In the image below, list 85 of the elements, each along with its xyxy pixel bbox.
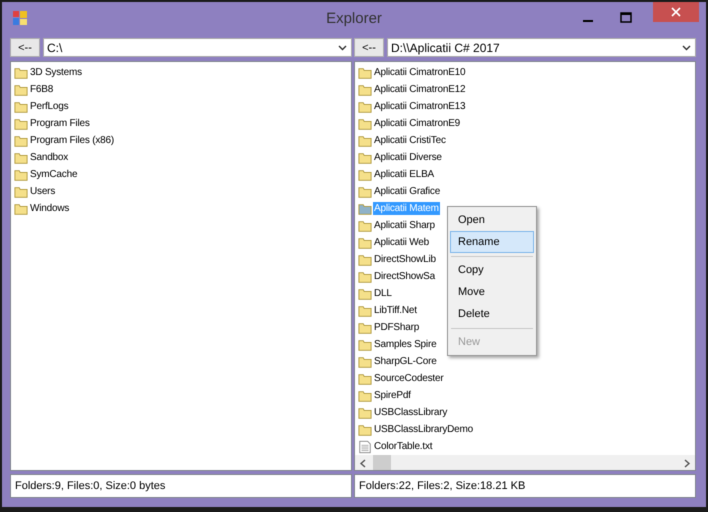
folder-icon — [358, 150, 372, 164]
menu-item[interactable]: Move — [450, 281, 534, 303]
list-item[interactable]: Aplicatii Sharp — [373, 219, 436, 232]
folder-icon — [358, 252, 372, 266]
list-item[interactable]: Aplicatii CimatronE9 — [373, 117, 462, 130]
menu-item[interactable]: Delete — [450, 303, 534, 325]
folder-icon — [358, 100, 372, 114]
close-button[interactable] — [653, 2, 699, 22]
list-item[interactable]: DLL — [373, 287, 393, 300]
folder-icon — [358, 388, 372, 402]
folder-icon — [358, 338, 372, 352]
app-icon — [12, 10, 28, 26]
list-item[interactable]: SpirePdf — [373, 389, 412, 402]
list-item[interactable]: SourceCodester — [373, 372, 444, 385]
list-item[interactable]: Users — [29, 185, 56, 198]
folder-icon — [358, 236, 372, 250]
folder-icon — [358, 218, 372, 232]
folder-icon — [358, 286, 372, 300]
folder-icon — [358, 134, 372, 148]
list-item[interactable]: USBClassLibrary — [373, 406, 448, 419]
folder-icon — [358, 116, 372, 130]
menu-item[interactable]: Rename — [450, 231, 534, 253]
list-item[interactable]: Aplicatii CimatronE12 — [373, 83, 466, 96]
scroll-thumb[interactable] — [373, 455, 391, 470]
back-button[interactable]: <-- — [354, 38, 384, 57]
folder-icon — [14, 100, 28, 114]
list-item[interactable]: Aplicatii Web — [373, 236, 430, 249]
list-item[interactable]: PDFSharp — [373, 321, 420, 334]
horizontal-scrollbar[interactable] — [355, 455, 695, 470]
list-item[interactable]: DirectShowSa — [373, 270, 436, 283]
list-item[interactable]: Windows — [29, 202, 70, 215]
folder-icon — [358, 422, 372, 436]
folder-icon — [358, 184, 372, 198]
close-icon — [671, 7, 681, 17]
folder-icon — [14, 82, 28, 96]
window-title: Explorer — [326, 10, 382, 27]
folder-icon — [358, 354, 372, 368]
path-dropdown[interactable]: C:\ — [43, 38, 352, 57]
list-item[interactable]: Program Files (x86) — [29, 134, 115, 147]
folder-icon — [358, 168, 372, 182]
folder-icon — [358, 406, 372, 420]
folder-icon — [358, 66, 372, 80]
status-text: Folders:9, Files:0, Size:0 bytes — [15, 480, 166, 492]
list-item[interactable]: ColorTable.txt — [373, 440, 434, 453]
chevron-down-icon — [682, 44, 691, 50]
folder-icon — [14, 116, 28, 130]
folder-icon — [14, 184, 28, 198]
list-item[interactable]: LibTiff.Net — [373, 304, 418, 317]
list-item[interactable]: Aplicatii ELBA — [373, 168, 436, 181]
list-item[interactable]: 3D Systems — [29, 66, 83, 79]
folder-icon — [358, 82, 372, 96]
folder-icon — [358, 320, 372, 334]
list-item[interactable]: DirectShowLib — [373, 253, 437, 266]
list-item[interactable]: Sandbox — [29, 151, 70, 164]
list-item[interactable]: Aplicatii CristiTec — [373, 134, 447, 147]
list-item[interactable]: Aplicatii Diverse — [373, 151, 443, 164]
scroll-left-icon[interactable] — [359, 459, 367, 468]
list-item[interactable]: F6B8 — [29, 83, 54, 96]
list-item[interactable]: Samples Spire — [373, 338, 438, 351]
back-button[interactable]: <-- — [10, 38, 40, 57]
chevron-down-icon — [338, 44, 347, 50]
path-dropdown[interactable]: D:\\Aplicatii C# 2017 — [387, 38, 696, 57]
folder-icon — [14, 168, 28, 182]
folder-icon — [14, 134, 28, 148]
text-file-icon — [358, 440, 372, 454]
status-text: Folders:22, Files:2, Size:18.21 KB — [359, 480, 526, 492]
scroll-right-icon[interactable] — [683, 459, 691, 468]
folder-icon — [358, 304, 372, 318]
menu-item[interactable]: Copy — [450, 259, 534, 281]
maximize-icon[interactable] — [620, 12, 632, 24]
list-item[interactable]: SymCache — [29, 168, 78, 181]
list-item[interactable]: Aplicatii CimatronE10 — [373, 66, 466, 79]
folder-icon — [14, 66, 28, 80]
list-item[interactable]: Aplicatii Grafice — [373, 185, 442, 198]
folder-icon — [358, 202, 372, 216]
list-item[interactable]: Program Files — [29, 117, 91, 130]
folder-icon — [14, 150, 28, 164]
list-item[interactable]: Aplicatii CimatronE13 — [373, 100, 466, 113]
folder-icon — [14, 202, 28, 216]
list-item[interactable]: PerfLogs — [29, 100, 70, 113]
list-item[interactable]: SharpGL-Core — [373, 355, 438, 368]
menu-item[interactable]: Open — [450, 209, 534, 231]
folder-icon — [358, 372, 372, 386]
folder-icon — [358, 270, 372, 284]
list-item[interactable]: USBClassLibraryDemo — [373, 423, 474, 436]
